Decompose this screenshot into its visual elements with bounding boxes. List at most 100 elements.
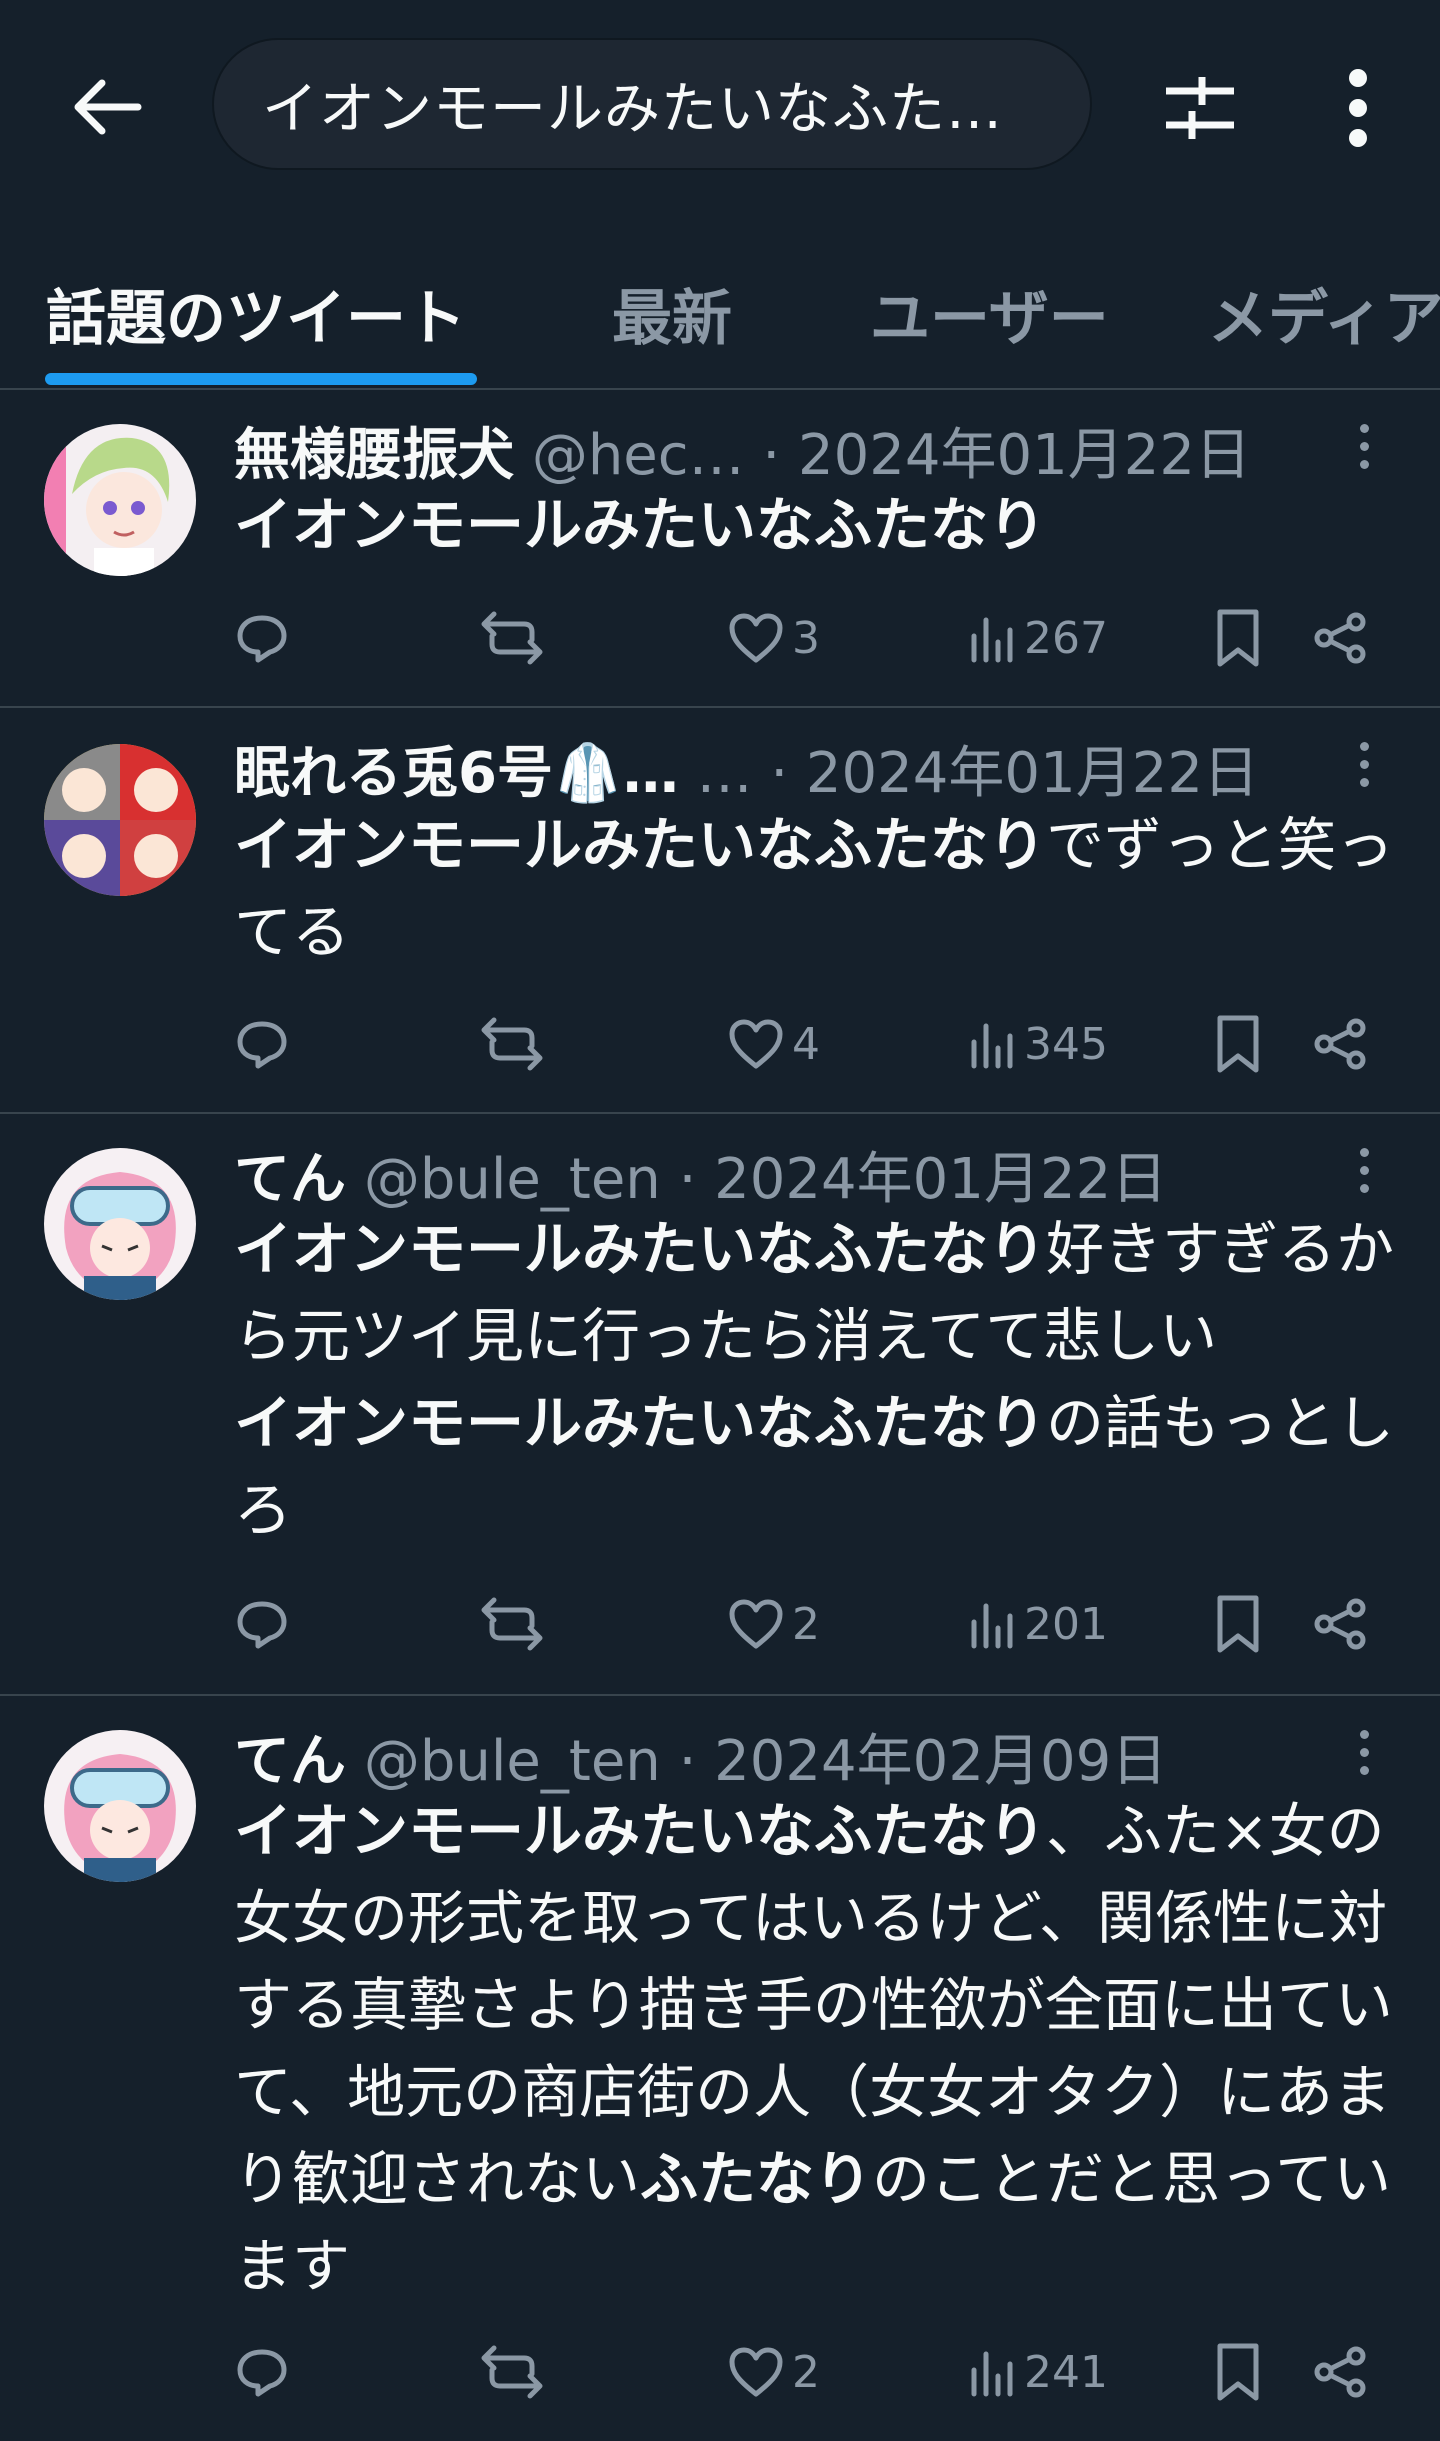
avatar[interactable] [44,424,196,576]
tweet-more-button[interactable] [1340,1140,1388,1200]
share-button[interactable] [1312,598,1368,678]
views-icon [971,617,1013,663]
views-icon [971,2351,1013,2397]
tweet-text: イオンモールみたいなふたなり [234,482,1414,569]
back-button[interactable] [62,62,152,152]
tab-top[interactable]: 話題のツイート [46,270,466,357]
handle-and-date: … · 2024年01月22日 [696,741,1259,806]
tweet[interactable]: 無様腰振犬 @hec… · 2024年01月22日 イオンモールみたいなふたなり… [0,390,1440,706]
like-button[interactable]: 2 [728,2332,820,2412]
bookmark-button[interactable] [1214,2332,1262,2412]
reply-button[interactable] [234,2332,298,2412]
retweet-icon [481,1597,543,1651]
tweet-header: てん @bule_ten · 2024年01月22日 [234,1134,1167,1215]
share-icon [1314,612,1366,664]
reply-button[interactable] [234,1584,298,1664]
like-button[interactable]: 2 [728,1584,820,1664]
views-count: 345 [1024,1018,1108,1070]
tab-people[interactable]: ユーザー [870,270,1109,357]
like-count: 2 [792,2346,820,2398]
bookmark-button[interactable] [1214,1004,1262,1084]
tweet-more-button[interactable] [1340,734,1388,794]
search-tabs: 話題のツイート 最新 ユーザー メディア [0,230,1440,390]
like-count: 2 [792,1598,820,1650]
tweet[interactable]: てん @bule_ten · 2024年02月09日 イオンモールみたいなふたな… [0,1696,1440,2441]
display-name[interactable]: てん [234,1147,346,1212]
tweet-actions: 4 345 [234,1004,1414,1084]
tweet-actions: 2 241 [234,2332,1414,2412]
tweet-text: イオンモールみたいなふたなり好きすぎるから元ツイ見に行ったら消えてて悲しい イオン… [234,1206,1414,1554]
retweet-button[interactable] [480,1004,552,1084]
like-count: 3 [792,612,820,664]
share-button[interactable] [1312,1584,1368,1664]
tweet[interactable]: 眠れる兎6号🥼… … · 2024年01月22日 イオンモールみたいなふたなりで… [0,708,1440,1112]
tweet-header: 眠れる兎6号🥼… … · 2024年01月22日 [234,728,1259,809]
tweet[interactable]: てん @bule_ten · 2024年01月22日 イオンモールみたいなふたな… [0,1114,1440,1694]
more-options-button[interactable] [1310,60,1406,156]
reply-icon [237,1601,287,1649]
like-count: 4 [792,1018,820,1070]
views-button[interactable]: 241 [968,2332,1108,2412]
reply-icon [237,2349,287,2397]
reply-button[interactable] [234,598,298,678]
avatar[interactable] [44,744,196,896]
reply-button[interactable] [234,1004,298,1084]
like-icon [729,1599,783,1649]
tweet-more-button[interactable] [1340,1722,1388,1782]
views-icon [971,1603,1013,1649]
highlight-text: イオンモールみたいなふたなり [234,491,1047,559]
retweet-button[interactable] [480,598,552,678]
avatar[interactable] [44,1148,196,1300]
retweet-icon [481,611,543,665]
retweet-button[interactable] [480,2332,552,2412]
search-input[interactable]: イオンモールみたいなふた… [212,38,1092,170]
tab-latest[interactable]: 最新 [612,270,732,357]
bookmark-icon [1217,1015,1259,1073]
highlight-text: イオンモールみたいなふたなり [234,1797,1047,1865]
bookmark-button[interactable] [1214,1584,1262,1664]
handle-and-date: @hec… · 2024年01月22日 [531,423,1251,488]
display-name[interactable]: 眠れる兎6号🥼… [234,741,679,806]
display-name[interactable]: 無様腰振犬 [234,423,514,488]
views-count: 241 [1024,2346,1108,2398]
like-button[interactable]: 4 [728,1004,820,1084]
avatar[interactable] [44,1730,196,1882]
highlight-text: イオンモールみたいなふたなり [234,1389,1047,1457]
views-button[interactable]: 267 [968,598,1108,678]
views-count: 267 [1024,612,1108,664]
like-button[interactable]: 3 [728,598,820,678]
share-icon [1314,1598,1366,1650]
like-icon [729,1019,783,1069]
handle-and-date: @bule_ten · 2024年02月09日 [363,1729,1168,1794]
search-filter-button[interactable] [1152,60,1248,156]
share-icon [1314,1018,1366,1070]
bookmark-icon [1217,1595,1259,1653]
tab-media[interactable]: メディア [1208,270,1440,357]
back-arrow-icon [74,79,142,135]
bookmark-button[interactable] [1214,598,1262,678]
retweet-button[interactable] [480,1584,552,1664]
share-button[interactable] [1312,2332,1368,2412]
display-name[interactable]: てん [234,1729,346,1794]
tweet-actions: 3 267 [234,598,1414,678]
handle-and-date: @bule_ten · 2024年01月22日 [363,1147,1168,1212]
like-icon [729,2347,783,2397]
tweet-header: 無様腰振犬 @hec… · 2024年01月22日 [234,410,1251,491]
share-button[interactable] [1312,1004,1368,1084]
tweet-header: てん @bule_ten · 2024年02月09日 [234,1716,1167,1797]
views-count: 201 [1024,1598,1108,1650]
retweet-icon [481,2345,543,2399]
views-button[interactable]: 345 [968,1004,1108,1084]
retweet-icon [481,1017,543,1071]
filter-icon [1166,77,1234,139]
tweet-more-button[interactable] [1340,416,1388,476]
views-icon [971,1023,1013,1069]
reply-icon [237,615,287,663]
more-vertical-icon [1349,69,1367,147]
highlight-text: イオンモールみたいなふたなり [234,811,1047,879]
views-button[interactable]: 201 [968,1584,1108,1664]
share-icon [1314,2346,1366,2398]
highlight-text: ふたなり [640,2145,873,2213]
tweet-actions: 2 201 [234,1584,1414,1664]
active-tab-indicator [45,373,477,385]
